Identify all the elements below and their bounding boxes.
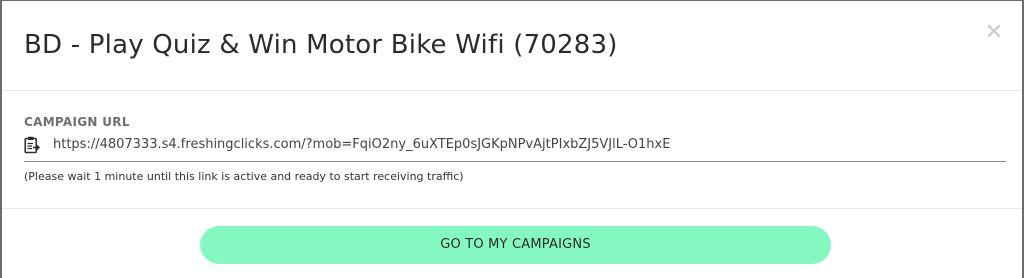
campaign-modal: BD - Play Quiz & Win Motor Bike Wifi (70…: [0, 0, 1024, 278]
modal-header: BD - Play Quiz & Win Motor Bike Wifi (70…: [2, 1, 1022, 91]
modal-body: CAMPAIGN URL https://4807333.s4.freshing…: [2, 91, 1022, 209]
campaign-url-field[interactable]: https://4807333.s4.freshingclicks.com/?m…: [24, 134, 1006, 162]
close-icon[interactable]: ✕: [984, 21, 1004, 45]
clipboard-icon[interactable]: [24, 136, 40, 154]
activation-note: (Please wait 1 minute until this link is…: [24, 170, 464, 183]
modal-title: BD - Play Quiz & Win Motor Bike Wifi (70…: [24, 30, 618, 60]
campaign-url-text[interactable]: https://4807333.s4.freshingclicks.com/?m…: [53, 136, 670, 154]
modal-footer: GO TO MY CAMPAIGNS: [2, 209, 1022, 278]
go-to-my-campaigns-button[interactable]: GO TO MY CAMPAIGNS: [200, 226, 831, 264]
campaign-url-label: CAMPAIGN URL: [24, 115, 130, 129]
